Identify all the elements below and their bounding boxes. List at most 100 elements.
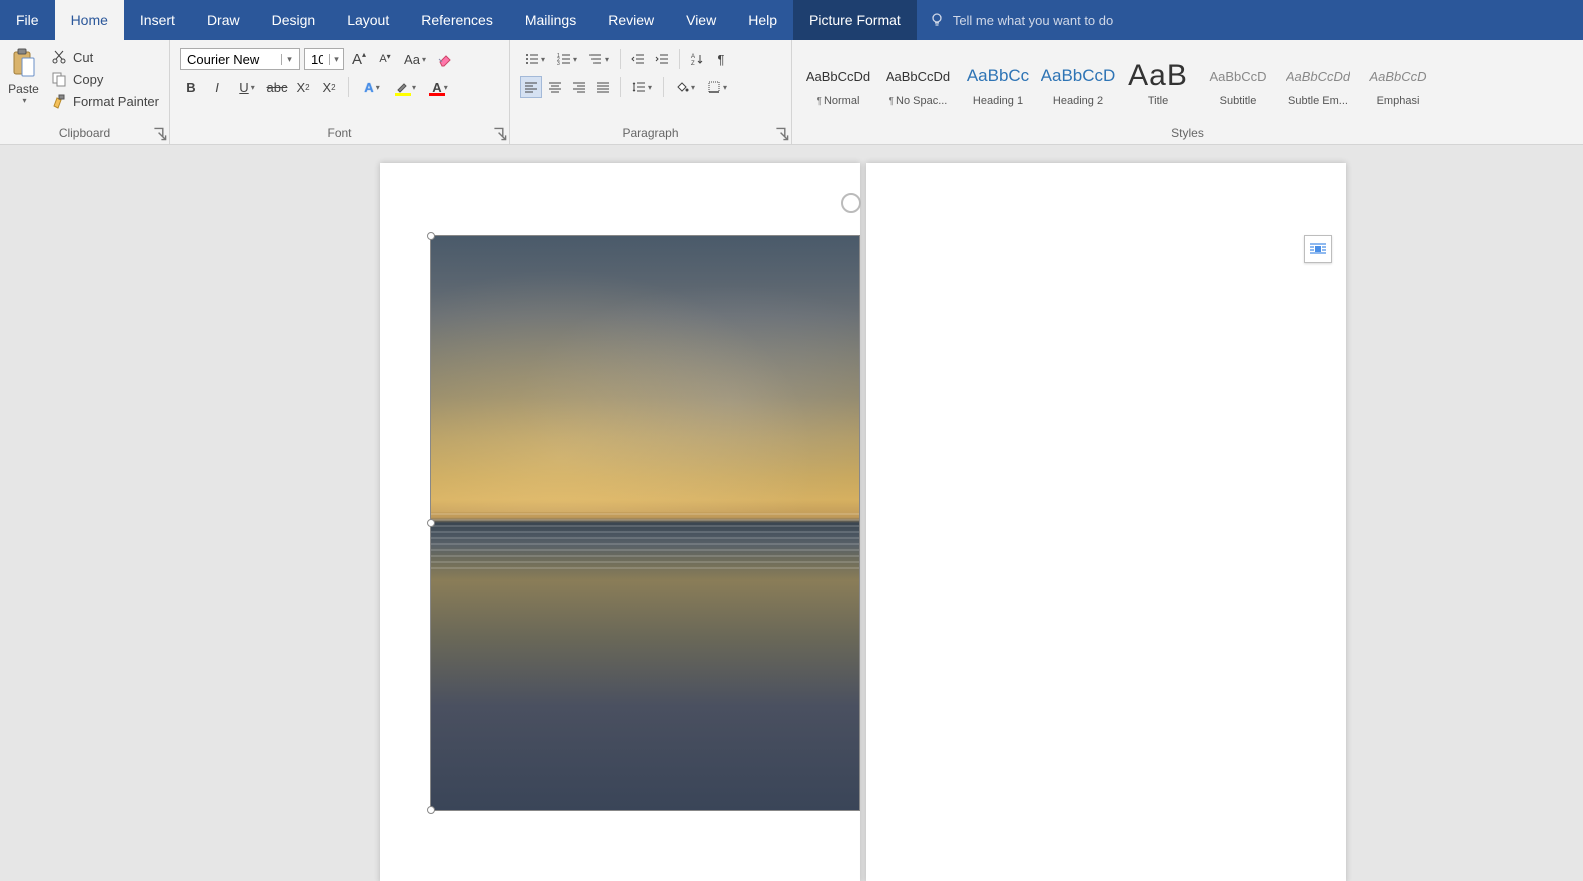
tab-help[interactable]: Help — [732, 0, 793, 40]
style-preview: AaBbCcD — [1369, 57, 1426, 95]
font-size-input[interactable] — [305, 52, 329, 67]
style-subtitle[interactable]: AaBbCcDSubtitle — [1198, 46, 1278, 118]
align-left-icon — [524, 80, 538, 94]
tab-design[interactable]: Design — [256, 0, 332, 40]
copy-button[interactable]: Copy — [49, 70, 161, 88]
style-emphasi[interactable]: AaBbCcDEmphasi — [1358, 46, 1438, 118]
number-list-icon: 123 — [557, 52, 571, 66]
style-name-label: Title — [1148, 95, 1168, 107]
font-size-combo[interactable]: ▾ — [304, 48, 344, 70]
increase-indent-button[interactable] — [651, 48, 673, 70]
style-heading-2[interactable]: AaBbCcDHeading 2 — [1038, 46, 1118, 118]
tell-me-search[interactable]: Tell me what you want to do — [917, 0, 1125, 40]
highlighter-icon — [396, 80, 410, 94]
tab-draw[interactable]: Draw — [191, 0, 256, 40]
format-painter-button[interactable]: Format Painter — [49, 92, 161, 110]
shrink-font-button[interactable]: A▾ — [374, 48, 396, 70]
align-left-button[interactable] — [520, 76, 542, 98]
tell-me-label: Tell me what you want to do — [953, 13, 1113, 28]
tab-mailings[interactable]: Mailings — [509, 0, 592, 40]
tab-home[interactable]: Home — [55, 0, 124, 40]
inserted-picture[interactable] — [430, 235, 860, 811]
justify-button[interactable] — [592, 76, 614, 98]
style-preview: AaBbCcDd — [1286, 57, 1350, 95]
separator — [663, 77, 664, 97]
paragraph-launcher[interactable] — [775, 127, 789, 141]
copy-label: Copy — [73, 72, 103, 87]
paste-button[interactable]: Paste ▾ — [4, 44, 43, 109]
borders-button[interactable]: ▾ — [702, 76, 732, 98]
font-name-input[interactable] — [181, 52, 281, 67]
tab-picture-format[interactable]: Picture Format — [793, 0, 917, 40]
bullet-list-icon — [525, 52, 539, 66]
cut-button[interactable]: Cut — [49, 48, 161, 66]
align-center-button[interactable] — [544, 76, 566, 98]
shading-button[interactable]: ▾ — [670, 76, 700, 98]
clear-formatting-button[interactable] — [434, 48, 456, 70]
justify-icon — [596, 80, 610, 94]
style-subtle-em-[interactable]: AaBbCcDdSubtle Em... — [1278, 46, 1358, 118]
font-launcher[interactable] — [493, 127, 507, 141]
superscript-button[interactable]: X2 — [318, 76, 340, 98]
sort-icon: AZ — [690, 52, 704, 66]
styles-gallery[interactable]: AaBbCcDd¶NormalAaBbCcDd¶No Spac...AaBbCc… — [796, 44, 1440, 120]
sort-button[interactable]: AZ — [686, 48, 708, 70]
style--no-spac-[interactable]: AaBbCcDd¶No Spac... — [878, 46, 958, 118]
line-spacing-button[interactable]: ▾ — [627, 76, 657, 98]
italic-button[interactable]: I — [206, 76, 228, 98]
tab-layout[interactable]: Layout — [331, 0, 405, 40]
decrease-indent-button[interactable] — [627, 48, 649, 70]
chevron-down-icon[interactable]: ▾ — [329, 54, 343, 65]
paste-icon — [10, 48, 38, 80]
layout-options-button[interactable] — [1304, 235, 1332, 263]
tab-file[interactable]: File — [0, 0, 55, 40]
resize-handle-top-left[interactable] — [427, 232, 435, 240]
strikethrough-button[interactable]: abc — [266, 76, 288, 98]
align-right-icon — [572, 80, 586, 94]
align-center-icon — [548, 80, 562, 94]
multilevel-list-button[interactable]: ▾ — [584, 48, 614, 70]
resize-handle-mid-left[interactable] — [427, 519, 435, 527]
grow-font-button[interactable]: A▴ — [348, 48, 370, 70]
change-case-button[interactable]: Aa▾ — [400, 48, 430, 70]
style--normal[interactable]: AaBbCcDd¶Normal — [798, 46, 878, 118]
numbering-button[interactable]: 123▾ — [552, 48, 582, 70]
font-color-button[interactable]: A▾ — [425, 76, 455, 98]
document-canvas[interactable] — [0, 145, 1583, 881]
style-name-label: ¶No Spac... — [889, 95, 948, 107]
group-font: ▾ ▾ A▴ A▾ Aa▾ B I U▾ abc X2 — [170, 40, 510, 144]
tab-review[interactable]: Review — [592, 0, 670, 40]
group-clipboard: Paste ▾ Cut Copy Format Painter Clipboar… — [0, 40, 170, 144]
copy-icon — [51, 71, 67, 87]
bullets-button[interactable]: ▾ — [520, 48, 550, 70]
svg-text:Z: Z — [691, 61, 695, 66]
style-name-label: ¶Normal — [817, 95, 860, 107]
subscript-button[interactable]: X2 — [292, 76, 314, 98]
underline-button[interactable]: U▾ — [232, 76, 262, 98]
align-right-button[interactable] — [568, 76, 590, 98]
tab-references[interactable]: References — [405, 0, 509, 40]
tab-insert[interactable]: Insert — [124, 0, 191, 40]
highlight-button[interactable]: ▾ — [391, 76, 421, 98]
style-heading-1[interactable]: AaBbCcHeading 1 — [958, 46, 1038, 118]
clipboard-launcher[interactable] — [153, 127, 167, 141]
style-preview: AaBbCcDd — [806, 57, 870, 95]
bold-button[interactable]: B — [180, 76, 202, 98]
outdent-icon — [631, 52, 645, 66]
style-title[interactable]: AaBTitle — [1118, 46, 1198, 118]
separator — [620, 77, 621, 97]
resize-handle-bottom-left[interactable] — [427, 806, 435, 814]
cut-label: Cut — [73, 50, 93, 65]
font-name-combo[interactable]: ▾ — [180, 48, 300, 70]
style-preview: AaBbCcD — [1209, 57, 1266, 95]
page-2[interactable] — [866, 163, 1346, 881]
separator — [620, 49, 621, 69]
show-hide-button[interactable]: ¶ — [710, 48, 732, 70]
tab-view[interactable]: View — [670, 0, 732, 40]
chevron-down-icon[interactable]: ▾ — [281, 54, 297, 65]
format-painter-label: Format Painter — [73, 94, 159, 109]
text-effects-button[interactable]: A▾ — [357, 76, 387, 98]
lightbulb-icon — [929, 12, 945, 28]
page-1[interactable] — [380, 163, 860, 881]
paintbrush-icon — [51, 93, 67, 109]
